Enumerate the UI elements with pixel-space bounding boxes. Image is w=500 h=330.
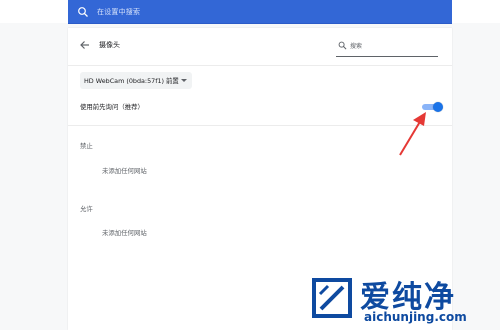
watermark-logo: 爱纯净 aichunjing.com (303, 270, 500, 330)
watermark-url: aichunjing.com (364, 310, 467, 324)
logo-slash-icon (318, 284, 345, 311)
logo-mark (312, 278, 352, 318)
